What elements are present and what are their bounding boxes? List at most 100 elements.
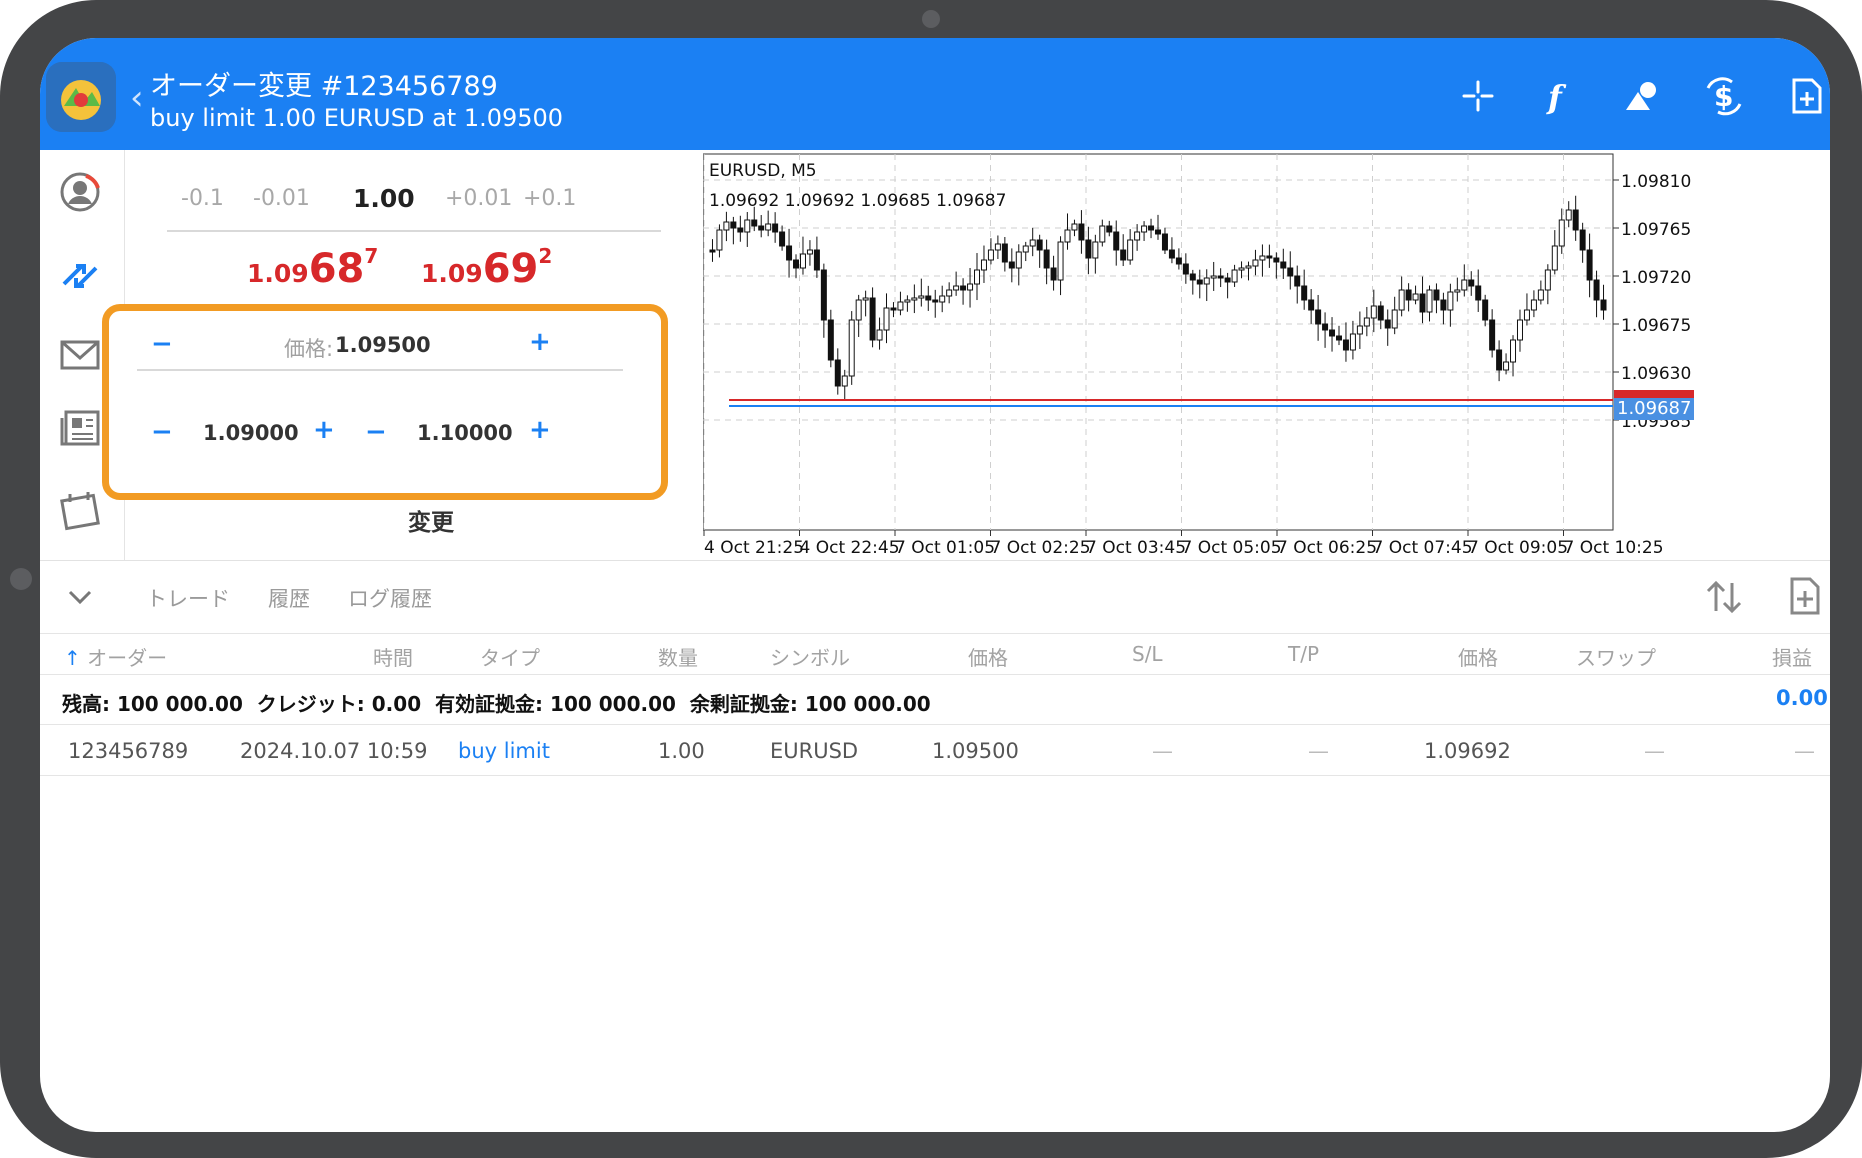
- candle-body: [1391, 309, 1398, 329]
- price-edit-highlight: − 価格: 1.09500 + − 1.09000 + − 1.10000 +: [102, 304, 668, 500]
- candle-body: [1036, 239, 1043, 251]
- sl-plus-button[interactable]: +: [313, 415, 335, 445]
- price-tick-label: 1.09810: [1621, 172, 1691, 192]
- app-logo-icon[interactable]: [46, 62, 116, 132]
- modify-button[interactable]: 変更: [408, 503, 454, 537]
- candle-body: [1085, 239, 1092, 259]
- crosshair-icon[interactable]: [1458, 76, 1498, 116]
- col-swap[interactable]: スワップ: [1576, 642, 1656, 671]
- candle-body: [1071, 223, 1078, 231]
- balance-value: 100 000.00: [116, 692, 243, 716]
- candle-body: [1231, 269, 1238, 283]
- volume-minus-0.01-button[interactable]: -0.01: [253, 186, 310, 211]
- candle-body: [1301, 285, 1308, 301]
- candle-body: [772, 223, 779, 233]
- col-sl[interactable]: S/L: [1132, 642, 1163, 666]
- candle-body: [1134, 231, 1141, 241]
- candle-body: [799, 253, 806, 269]
- tab-journal[interactable]: ログ履歴: [348, 583, 432, 613]
- candle-body: [1329, 329, 1336, 337]
- candle-body: [1148, 225, 1155, 231]
- price-chart[interactable]: 1.09810 1.09765 1.09720 1.09675 1.09630 1.095…: [702, 150, 1830, 560]
- candle-body: [1099, 225, 1106, 243]
- sl-minus-button[interactable]: −: [151, 417, 173, 447]
- candle-body: [1544, 269, 1551, 291]
- candle-body: [1586, 249, 1593, 281]
- candlesticks: [709, 195, 1607, 401]
- sort-icon[interactable]: [1704, 579, 1744, 615]
- col-time[interactable]: 時間: [373, 642, 413, 671]
- table-row[interactable]: 123456789 2024.10.07 10:59 buy limit 1.0…: [40, 725, 1830, 776]
- price-plus-button[interactable]: +: [529, 327, 551, 357]
- candle-body: [1057, 241, 1064, 281]
- new-order-icon[interactable]: [1788, 577, 1822, 615]
- new-document-icon[interactable]: [1786, 76, 1826, 116]
- candle-body: [813, 249, 820, 271]
- price-minus-button[interactable]: −: [151, 329, 173, 359]
- trade-icon[interactable]: [58, 254, 102, 298]
- col-order[interactable]: ↑ オーダー: [64, 642, 167, 671]
- candle-body: [1454, 289, 1461, 293]
- back-chevron-icon[interactable]: ‹: [130, 78, 144, 118]
- candle-body: [897, 301, 904, 311]
- chevron-down-icon[interactable]: [66, 587, 94, 607]
- balance-label: 残高:: [62, 692, 110, 716]
- col-symbol[interactable]: シンボル: [770, 642, 850, 671]
- candle-body: [960, 285, 967, 291]
- candle-body: [1523, 309, 1530, 321]
- candle-body: [1579, 229, 1586, 251]
- candle-body: [1572, 209, 1579, 231]
- quotes-icon[interactable]: [58, 170, 102, 214]
- col-price[interactable]: 価格: [968, 642, 1008, 671]
- volume-minus-0.1-button[interactable]: -0.1: [181, 186, 224, 211]
- tab-history[interactable]: 履歴: [268, 583, 310, 613]
- candle-body: [1008, 261, 1015, 269]
- col-tp[interactable]: T/P: [1288, 642, 1319, 666]
- candle-body: [1287, 267, 1294, 277]
- col-order-label: オーダー: [87, 646, 168, 670]
- candle-body: [1530, 299, 1537, 311]
- take-profit-input[interactable]: 1.10000: [417, 421, 513, 445]
- dollar-icon[interactable]: $: [1704, 76, 1744, 116]
- chart-canvas[interactable]: 1.098101.097651.097201.096751.096301.095…: [702, 150, 1830, 560]
- candle-body: [980, 259, 987, 271]
- candle-body: [1593, 279, 1600, 301]
- candle-body: [1078, 223, 1085, 241]
- col-type[interactable]: タイプ: [480, 642, 540, 671]
- bid-price-pip: 7: [364, 244, 379, 268]
- col-profit[interactable]: 損益: [1772, 642, 1812, 671]
- candle-body: [1419, 293, 1426, 313]
- candle-body: [862, 297, 869, 301]
- time-tick-label: 4 Oct 21:25: [704, 538, 804, 558]
- price-input[interactable]: 1.09500: [335, 333, 431, 357]
- free-margin-label: 余剰証拠金:: [689, 692, 798, 716]
- candle-body: [1349, 333, 1356, 351]
- calendar-icon[interactable]: [58, 488, 102, 532]
- col-current-price[interactable]: 価格: [1458, 642, 1498, 671]
- camera: [922, 10, 940, 28]
- news-icon[interactable]: [58, 406, 102, 450]
- candle-body: [869, 297, 876, 341]
- tp-minus-button[interactable]: −: [365, 417, 387, 447]
- candle-body: [1482, 299, 1489, 321]
- stop-loss-input[interactable]: 1.09000: [203, 421, 299, 445]
- price-tick-label: 1.09630: [1621, 364, 1691, 384]
- col-volume[interactable]: 数量: [658, 642, 698, 671]
- tab-trade[interactable]: トレード: [146, 583, 230, 613]
- candle-body: [911, 297, 918, 301]
- time-tick-label: 7 Oct 06:25: [1277, 538, 1377, 558]
- free-margin-value: 100 000.00: [804, 692, 931, 716]
- tp-plus-button[interactable]: +: [529, 415, 551, 445]
- mail-icon[interactable]: [58, 332, 102, 376]
- candle-body: [1551, 245, 1558, 271]
- volume-plus-0.01-button[interactable]: +0.01: [445, 186, 512, 211]
- candle-body: [1141, 225, 1148, 233]
- shapes-icon[interactable]: [1622, 76, 1662, 116]
- volume-plus-0.1-button[interactable]: +0.1: [523, 186, 576, 211]
- candle-body: [1015, 251, 1022, 269]
- ask-price-big: 69: [482, 246, 539, 292]
- current-price-label: 1.09687: [1617, 398, 1691, 419]
- candle-body: [1461, 279, 1468, 291]
- function-icon[interactable]: f: [1540, 76, 1580, 116]
- volume-value[interactable]: 1.00: [353, 184, 415, 213]
